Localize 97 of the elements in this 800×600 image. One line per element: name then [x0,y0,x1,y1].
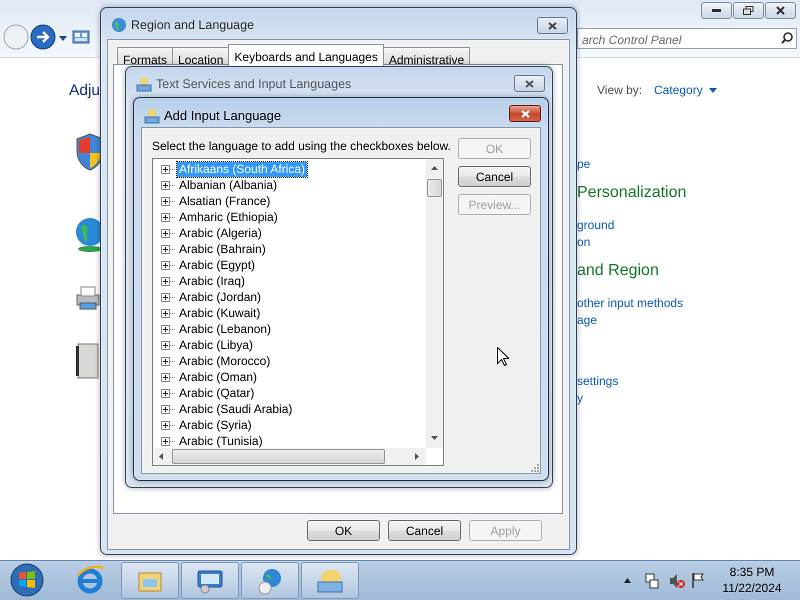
close-icon [776,6,785,15]
expand-icon[interactable] [161,436,177,446]
expand-icon[interactable] [161,340,177,350]
horizontal-scrollbar[interactable] [153,448,426,465]
keyboard-icon [136,76,152,92]
expand-icon[interactable] [161,420,177,430]
taskbar-button[interactable] [301,562,359,599]
dialog-button[interactable]: Cancel [388,520,461,541]
scroll-thumb[interactable] [427,179,442,197]
expand-icon[interactable] [161,308,177,318]
category-heading[interactable]: Personalization [577,183,686,203]
scroll-down-icon[interactable] [431,436,438,440]
tree-item[interactable]: Amharic (Ethiopia) [177,210,280,224]
expand-icon[interactable] [161,228,177,238]
keyboard-icon [144,108,160,124]
network-icon[interactable] [645,573,659,589]
tree-item[interactable]: Arabic (Egypt) [177,258,258,272]
tree-item[interactable]: Alsatian (France) [177,194,272,208]
view-by-label: View by: [597,82,642,99]
dialog-button[interactable]: Cancel [458,166,531,187]
category-link[interactable]: age [577,312,686,329]
vertical-scrollbar[interactable] [426,159,443,448]
close-icon [520,110,530,118]
mouse-cursor-icon [497,347,509,366]
instruction-text: Select the language to add using the checkboxes below. [152,138,451,155]
category-link[interactable]: y [577,390,686,407]
expand-icon[interactable] [161,292,177,302]
tree-item[interactable]: Arabic (Kuwait) [177,306,262,320]
tree-item[interactable]: Arabic (Saudi Arabia) [177,402,294,416]
close-icon [548,22,557,30]
close-button[interactable] [514,75,545,92]
show-hidden-icons-icon[interactable] [624,578,631,583]
volume-muted-icon[interactable] [669,573,685,589]
category-link[interactable]: pe [577,156,686,173]
globe-clock-icon [256,566,284,594]
tree-item[interactable]: Arabic (Iraq) [177,274,248,288]
expand-icon[interactable] [161,388,177,398]
control-panel-icon [72,30,90,46]
page-heading: Adju [69,81,100,101]
flag-icon[interactable] [691,572,705,588]
tree-item[interactable]: Arabic (Algeria) [177,226,264,240]
close-button[interactable] [509,105,541,122]
view-by-dropdown[interactable]: Category [654,81,717,99]
minimize-button[interactable] [701,2,732,19]
tree-item[interactable]: Arabic (Morocco) [177,354,272,368]
tree-item[interactable]: Arabic (Jordan) [177,290,264,304]
category-link[interactable]: ground [577,217,686,234]
expand-icon[interactable] [161,356,177,366]
clock-date[interactable]: 11/22/2024 [712,580,792,596]
category-heading[interactable]: and Region [577,261,686,281]
tree-item[interactable]: Arabic (Libya) [177,338,256,352]
category-link[interactable]: settings [577,373,686,390]
close-icon [525,80,534,88]
resize-grip-icon[interactable] [531,464,539,472]
tree-item[interactable]: Arabic (Syria) [177,418,254,432]
minimize-icon [712,9,721,12]
maximize-button[interactable] [733,2,764,19]
taskbar-button[interactable] [241,562,299,599]
close-button[interactable] [765,2,796,19]
expand-icon[interactable] [161,196,177,206]
taskbar-button[interactable] [181,562,239,599]
forward-button-icon[interactable] [30,24,56,50]
expand-icon[interactable] [161,180,177,190]
restore-icon [743,6,754,15]
category-link[interactable]: on [577,234,686,251]
tree-item[interactable]: Arabic (Tunisia) [177,434,265,448]
expand-icon[interactable] [161,404,177,414]
tree-item[interactable]: Arabic (Bahrain) [177,242,268,256]
tree-item[interactable]: Arabic (Lebanon) [177,322,274,336]
expand-icon[interactable] [161,372,177,382]
caret-icon [708,88,717,92]
clock-time[interactable]: 8:35 PM [712,564,792,580]
expand-icon[interactable] [161,260,177,270]
dialog-button[interactable]: OK [307,520,380,541]
window-title: Text Services and Input Languages [156,76,352,93]
window-title: Add Input Language [164,107,282,125]
expand-icon[interactable] [161,164,177,174]
category-link[interactable]: other input methods [577,295,686,312]
tree-item[interactable]: Albanian (Albania) [177,178,280,192]
search-field[interactable]: arch Control Panel [577,28,797,49]
expand-icon[interactable] [161,276,177,286]
globe-icon [111,17,127,34]
expand-icon[interactable] [161,324,177,334]
expand-icon[interactable] [161,212,177,222]
scroll-up-icon[interactable] [431,166,438,170]
expand-icon[interactable] [161,244,177,254]
tree-item[interactable]: Arabic (Qatar) [177,386,256,400]
tree-item[interactable]: Arabic (Oman) [177,370,260,384]
dropdown-arrow-icon[interactable] [59,36,67,41]
tab[interactable]: Keyboards and Languages [228,44,384,66]
scroll-left-icon[interactable] [159,453,163,460]
window-title: Region and Language [131,17,254,34]
close-button[interactable] [537,17,568,34]
scroll-thumb[interactable] [172,449,385,464]
search-icon[interactable] [781,32,793,44]
scroll-right-icon[interactable] [415,453,419,460]
start-button-icon[interactable] [10,563,44,597]
